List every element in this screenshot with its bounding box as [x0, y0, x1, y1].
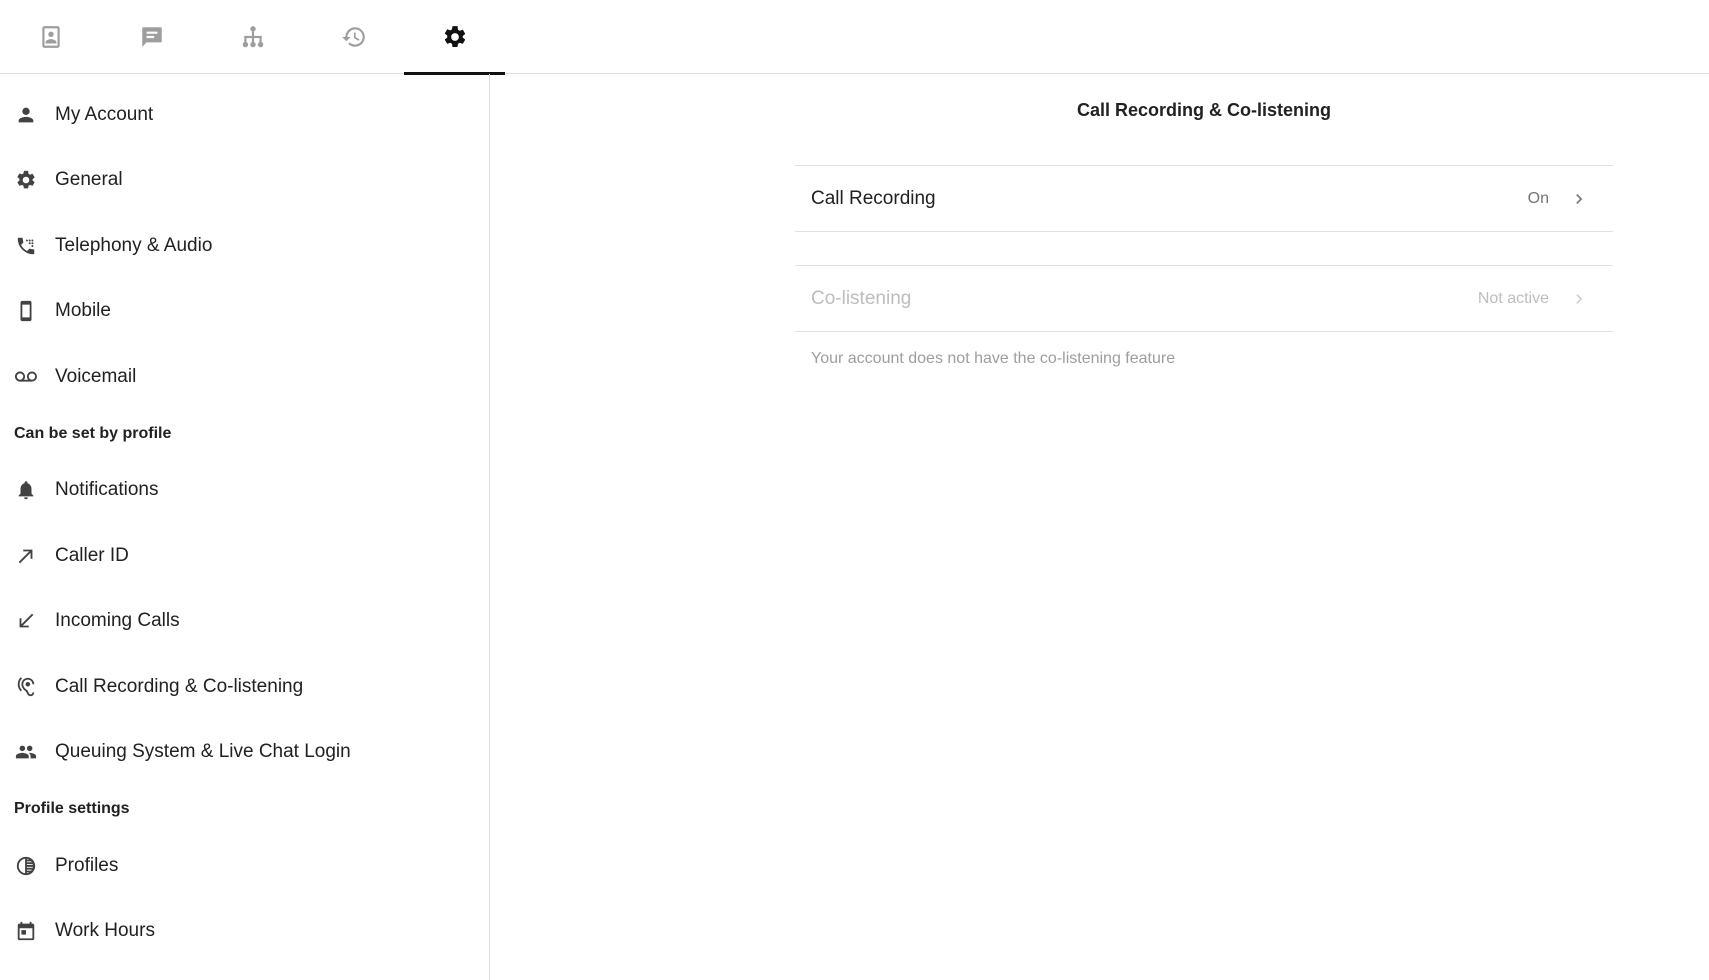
contrast-icon	[14, 854, 38, 878]
section-heading-profile: Can be set by profile	[14, 424, 172, 442]
sidebar-item-work-hours[interactable]: Work Hours	[0, 899, 489, 965]
sidebar-item-queuing-system[interactable]: Queuing System & Live Chat Login	[0, 720, 489, 786]
arrow-down-left-icon	[14, 609, 38, 633]
sidebar-item-label: Work Hours	[55, 920, 155, 942]
sidebar-item-incoming-calls[interactable]: Incoming Calls	[0, 589, 489, 655]
bell-icon	[14, 478, 38, 502]
person-icon	[14, 103, 38, 127]
sidebar-item-mobile[interactable]: Mobile	[0, 279, 489, 345]
co-listening-row: Co-listening Not active	[795, 265, 1613, 332]
voicemail-icon	[14, 365, 38, 389]
sidebar-item-telephony-audio[interactable]: Telephony & Audio	[0, 213, 489, 279]
settings-content: Call Recording & Co-listening Call Recor…	[491, 74, 1709, 980]
row-value: On	[1527, 189, 1549, 207]
top-tab-bar	[0, 0, 1709, 75]
contacts-icon	[41, 26, 60, 48]
sidebar-item-label: Profiles	[55, 854, 119, 876]
phone-dialpad-icon	[14, 234, 38, 258]
sidebar-item-label: My Account	[55, 103, 154, 125]
smartphone-icon	[14, 299, 38, 323]
sidebar-item-my-account[interactable]: My Account	[0, 82, 489, 148]
tab-settings[interactable]	[404, 0, 505, 75]
co-listening-hint: Your account does not have the co-listen…	[811, 350, 1176, 367]
tab-contacts[interactable]	[0, 0, 101, 74]
sidebar-item-label: General	[55, 169, 123, 191]
sidebar-item-general[interactable]: General	[0, 148, 489, 214]
calendar-icon	[14, 919, 38, 943]
sidebar-item-label: Telephony & Audio	[55, 234, 213, 256]
arrow-up-right-icon	[14, 544, 38, 568]
chevron-right-icon	[1569, 289, 1589, 309]
gear-icon	[444, 26, 465, 47]
sidebar-item-label: Voicemail	[55, 365, 137, 387]
sidebar-item-caller-id[interactable]: Caller ID	[0, 523, 489, 589]
gear-icon	[14, 168, 38, 192]
sidebar-item-notifications[interactable]: Notifications	[0, 458, 489, 524]
settings-sidebar: My Account General Telephony & Audio Mob…	[0, 74, 490, 980]
chat-icon	[141, 27, 162, 47]
row-label: Co-listening	[811, 287, 912, 309]
sidebar-item-label: Call Recording & Co-listening	[55, 675, 304, 697]
sidebar-item-label: Mobile	[55, 300, 111, 322]
sidebar-item-label: Notifications	[55, 479, 159, 501]
tab-history[interactable]	[303, 0, 404, 74]
row-value: Not active	[1477, 289, 1549, 307]
page-title: Call Recording & Co-listening	[1076, 100, 1331, 120]
section-heading-settings: Profile settings	[14, 800, 130, 817]
sidebar-item-voicemail[interactable]: Voicemail	[0, 344, 489, 410]
sidebar-item-call-recording[interactable]: Call Recording & Co-listening	[0, 654, 489, 720]
people-icon	[14, 740, 38, 764]
hearing-icon	[14, 675, 38, 699]
chevron-right-icon	[1569, 189, 1589, 209]
organization-icon	[242, 26, 263, 48]
call-recording-row[interactable]: Call Recording On	[795, 165, 1613, 232]
sidebar-item-label: Incoming Calls	[55, 610, 180, 632]
row-label: Call Recording	[811, 187, 936, 209]
tab-chat[interactable]	[101, 0, 202, 74]
tab-organization[interactable]	[202, 0, 303, 74]
sidebar-item-label: Queuing System & Live Chat Login	[55, 741, 351, 763]
history-icon	[341, 27, 365, 47]
sidebar-item-label: Caller ID	[55, 544, 129, 566]
sidebar-item-profiles[interactable]: Profiles	[0, 833, 489, 899]
